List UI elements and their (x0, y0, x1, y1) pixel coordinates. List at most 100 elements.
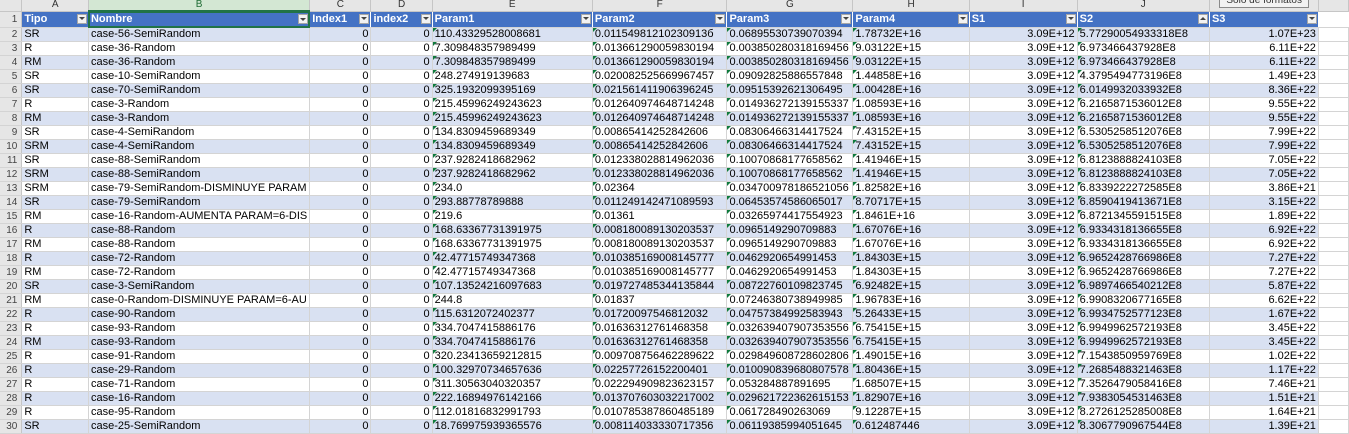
table-cell[interactable]: 6.2165871536012E8 (1077, 111, 1210, 126)
table-cell[interactable]: 1.17E+22 (1209, 363, 1319, 378)
table-cell[interactable]: 0.06172849026306​9 (726, 405, 854, 420)
table-cell[interactable]: case-88-SemiRandom (88, 153, 311, 168)
table-cell[interactable]: R (21, 363, 89, 378)
table-cell[interactable]: 0 (309, 293, 372, 308)
empty-cell[interactable] (1318, 279, 1349, 294)
row-number[interactable]: 21 (0, 293, 23, 308)
table-cell[interactable]: 1.84303E+15 (852, 251, 970, 266)
table-cell[interactable]: 0 (370, 69, 433, 84)
table-cell[interactable]: 0 (309, 251, 372, 266)
row-number[interactable]: 8 (0, 111, 23, 126)
empty-cell[interactable] (1318, 167, 1349, 182)
table-cell[interactable]: 0 (309, 97, 372, 112)
table-cell[interactable]: 7.2685488321463E8 (1077, 363, 1210, 378)
table-cell[interactable]: 6.8590419413671E8 (1077, 195, 1210, 210)
row-number[interactable]: 5 (0, 69, 23, 84)
table-cell[interactable]: 0 (309, 69, 372, 84)
table-cell[interactable]: 3.09E+12 (969, 27, 1078, 42)
table-cell[interactable]: 3.09E+12 (969, 335, 1078, 350)
empty-cell[interactable] (1318, 223, 1349, 238)
table-cell[interactable]: 3.09E+12 (969, 405, 1078, 420)
table-cell[interactable]: 0.1007086817765856​2 (726, 153, 854, 168)
table-cell[interactable]: 0.010785387860485189 (592, 405, 728, 420)
table-cell[interactable]: 1.67076E+16 (852, 223, 970, 238)
table-cell[interactable]: case-88-SemiRandom (88, 167, 311, 182)
table-cell[interactable]: 115.6312072402377 (432, 307, 593, 322)
table-cell[interactable]: SR (21, 69, 89, 84)
table-cell[interactable]: 1.80436E+15 (852, 363, 970, 378)
table-cell[interactable]: 168.63367731391975 (432, 223, 593, 238)
table-cell[interactable]: 0.008180089130203537 (592, 237, 728, 252)
column-filter-header[interactable]: Tipo (21, 11, 89, 28)
table-cell[interactable]: 0 (370, 279, 433, 294)
table-cell[interactable]: 0 (309, 55, 372, 70)
table-cell[interactable]: R (21, 41, 89, 56)
table-cell[interactable]: 3.15E+22 (1209, 195, 1319, 210)
table-cell[interactable]: case-25-SemiRandom (88, 419, 311, 434)
table-cell[interactable]: case-70-SemiRandom (88, 83, 311, 98)
table-cell[interactable]: 1.39E+21 (1209, 419, 1319, 434)
table-cell[interactable]: 3.09E+12 (969, 97, 1078, 112)
table-cell[interactable]: 6.5305258512076E8 (1077, 139, 1210, 154)
table-cell[interactable]: case-91-Random (88, 349, 311, 364)
empty-cell[interactable] (1318, 419, 1349, 434)
column-header-h[interactable]: H (852, 0, 970, 12)
table-cell[interactable]: 0 (370, 335, 433, 350)
table-cell[interactable]: RM (21, 335, 89, 350)
row-number[interactable]: 7 (0, 97, 23, 112)
table-cell[interactable]: RM (21, 209, 89, 224)
table-cell[interactable]: 293.8877878988​8 (432, 195, 593, 210)
table-cell[interactable]: 6.8123888824103E8 (1077, 153, 1210, 168)
table-cell[interactable]: 7.309848357989499 (432, 55, 593, 70)
row-number[interactable]: 25 (0, 349, 23, 364)
table-cell[interactable]: 0.029849608728602806 (726, 349, 854, 364)
table-cell[interactable]: 1.78732E+16 (852, 27, 970, 42)
column-filter-header[interactable]: Nombre (88, 11, 311, 28)
table-cell[interactable]: 6.973466437928E8 (1077, 55, 1210, 70)
table-cell[interactable]: 0 (309, 391, 372, 406)
table-cell[interactable]: 0.09092825886557848 (726, 69, 854, 84)
empty-cell[interactable] (1318, 55, 1349, 70)
table-cell[interactable]: case-93-Random (88, 321, 311, 336)
table-cell[interactable]: SR (21, 195, 89, 210)
table-cell[interactable]: 6.9652428766986E8 (1077, 265, 1210, 280)
table-cell[interactable]: 6.8721345591515E8 (1077, 209, 1210, 224)
table-cell[interactable]: 6.11E+22 (1209, 55, 1319, 70)
table-cell[interactable]: 5.77290054933318E8 (1077, 27, 1210, 42)
table-cell[interactable]: SR (21, 27, 89, 42)
table-cell[interactable]: 134.8309459689349 (432, 125, 593, 140)
table-cell[interactable]: 0.008654142528426​06 (592, 125, 728, 140)
table-cell[interactable]: 0 (370, 363, 433, 378)
table-cell[interactable]: 3.09E+12 (969, 153, 1078, 168)
table-cell[interactable]: 0 (309, 167, 372, 182)
table-cell[interactable]: 3.09E+12 (969, 349, 1078, 364)
table-cell[interactable]: 0 (370, 391, 433, 406)
table-cell[interactable]: case-72-Random (88, 265, 311, 280)
empty-cell[interactable] (1318, 83, 1349, 98)
table-cell[interactable]: 3.09E+12 (969, 69, 1078, 84)
table-cell[interactable]: 0.08722760109823745 (726, 279, 854, 294)
row-number[interactable]: 17 (0, 237, 23, 252)
empty-cell[interactable] (1318, 11, 1349, 28)
table-cell[interactable]: 7.3526479058416E8 (1077, 377, 1210, 392)
empty-cell[interactable] (1318, 237, 1349, 252)
table-cell[interactable]: 3.09E+12 (969, 321, 1078, 336)
table-cell[interactable]: 0.013707603032217002 (592, 391, 728, 406)
table-cell[interactable]: 6.75415E+15 (852, 321, 970, 336)
table-cell[interactable]: 3.09E+12 (969, 293, 1078, 308)
table-cell[interactable]: 0.10070868177658562 (726, 167, 854, 182)
table-cell[interactable]: 1.82907E+16 (852, 391, 970, 406)
table-cell[interactable]: 1.89E+22 (1209, 209, 1319, 224)
table-cell[interactable]: case-3-Random (88, 111, 311, 126)
column-header-b[interactable]: B (88, 0, 311, 12)
table-cell[interactable]: 3.09E+12 (969, 363, 1078, 378)
table-cell[interactable]: R (21, 307, 89, 322)
table-cell[interactable]: 6.11E+22 (1209, 41, 1319, 56)
table-cell[interactable]: 0 (309, 321, 372, 336)
table-cell[interactable]: 0 (309, 153, 372, 168)
table-cell[interactable]: 0.01837 (592, 293, 728, 308)
table-cell[interactable]: case-16-Random-AUMENTA PARAM=6-DIS (88, 209, 311, 224)
column-filter-header[interactable]: index2 (370, 11, 433, 28)
table-cell[interactable]: case-36-Random (88, 41, 311, 56)
table-cell[interactable]: RM (21, 111, 89, 126)
